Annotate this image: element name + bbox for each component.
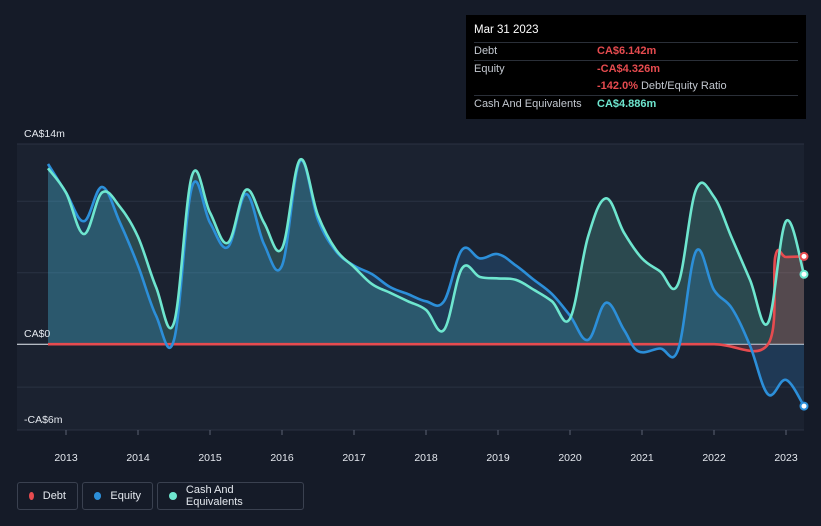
x-tick-label: 2017 <box>342 452 366 464</box>
equity-legend-dot-icon <box>94 492 102 500</box>
legend-item-equity[interactable]: Equity <box>82 482 153 510</box>
tooltip-row-ratio: -142.0% Debt/Equity Ratio <box>474 78 798 95</box>
x-tick-label: 2022 <box>702 452 726 464</box>
cash-legend-dot-icon <box>169 492 177 500</box>
tooltip-equity-label: Equity <box>474 63 505 75</box>
x-tick-label: 2020 <box>558 452 582 464</box>
x-tick-label: 2016 <box>270 452 294 464</box>
tooltip-row-debt: Debt CA$6.142m <box>474 42 798 60</box>
legend-equity-label: Equity <box>110 490 141 502</box>
equity-end-marker <box>799 401 809 411</box>
tooltip-date: Mar 31 2023 <box>474 24 539 36</box>
hover-tooltip: Mar 31 2023 Debt CA$6.142m Equity -CA$4.… <box>466 15 806 119</box>
tooltip-debt-label: Debt <box>474 45 498 57</box>
tooltip-row-cash: Cash And Equivalents CA$4.886m <box>474 95 798 113</box>
tooltip-row-equity: Equity -CA$4.326m <box>474 60 798 78</box>
x-tick-label: 2014 <box>126 452 150 464</box>
legend-item-cash[interactable]: Cash And Equivalents <box>157 482 304 510</box>
x-tick-label: 2023 <box>774 452 798 464</box>
tooltip-cash-value: CA$4.886m <box>597 98 657 110</box>
cash-end-marker <box>799 269 809 279</box>
debt-legend-dot-icon <box>29 492 34 500</box>
tooltip-debt-value: CA$6.142m <box>597 45 657 57</box>
x-tick-label: 2018 <box>414 452 438 464</box>
y-tick-label: -CA$6m <box>24 414 63 426</box>
y-tick-label: CA$0 <box>24 328 50 340</box>
legend-item-debt[interactable]: Debt <box>17 482 78 510</box>
tooltip-ratio-label: Debt/Equity Ratio <box>640 80 727 92</box>
tooltip-ratio-value: -142.0% <box>597 80 638 92</box>
x-tick-label: 2019 <box>486 452 510 464</box>
legend-debt-label: Debt <box>42 490 66 502</box>
tooltip-cash-label: Cash And Equivalents <box>474 98 582 110</box>
legend-cash-label: Cash And Equivalents <box>185 484 243 508</box>
y-tick-label: CA$14m <box>24 128 65 140</box>
x-axis-tick-labels: 2013 2014 2015 2016 2017 2018 2019 2020 2021 2022… <box>54 452 798 464</box>
x-tick-label: 2015 <box>198 452 222 464</box>
x-tick-label: 2021 <box>630 452 654 464</box>
debt-end-marker <box>799 251 809 261</box>
x-tick-label: 2013 <box>54 452 78 464</box>
tooltip-equity-value: -CA$4.326m <box>597 63 660 75</box>
